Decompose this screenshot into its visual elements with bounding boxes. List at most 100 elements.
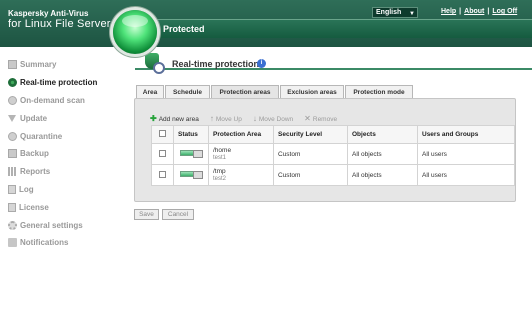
add-area-button[interactable]: ✚ Add new area: [150, 115, 199, 123]
status-toggle[interactable]: [180, 150, 203, 158]
column-header-protection-area[interactable]: Protection Area: [208, 125, 274, 144]
sidebar-item-reports[interactable]: Reports: [8, 163, 126, 181]
save-button[interactable]: Save: [134, 209, 159, 220]
row-checkbox[interactable]: [159, 149, 166, 157]
status-orb-icon: [113, 10, 157, 54]
sidebar-item-label: On-demand scan: [20, 95, 85, 105]
move-up-button[interactable]: ↑ Move Up: [210, 115, 242, 123]
protection-areas-table: Status Protection Area Security Level Ob…: [151, 125, 515, 186]
move-up-label: Move Up: [215, 115, 242, 123]
sidebar-item-label: Summary: [20, 60, 57, 70]
table-header-row: Status Protection Area Security Level Ob…: [151, 125, 515, 144]
quarantine-icon: [8, 131, 17, 141]
column-header-objects[interactable]: Objects: [347, 125, 418, 144]
sidebar-item-real-time-protection[interactable]: Real-time protection: [8, 74, 126, 92]
page-title: Real-time protection: [172, 59, 260, 69]
area-name: test1: [213, 155, 227, 161]
objects-cell: All objects: [347, 164, 418, 186]
sidebar-item-label: Backup: [20, 149, 49, 159]
backup-icon: [8, 149, 17, 159]
security-level-cell: Custom: [273, 164, 348, 186]
tab-exclusion-areas[interactable]: Exclusion areas: [280, 85, 344, 99]
reports-icon: [8, 167, 17, 177]
move-down-button[interactable]: ↓ Move Down: [253, 115, 293, 123]
table-toolbar: ✚ Add new area ↑ Move Up ↓ Move Down ✕ Remov…: [150, 114, 348, 124]
sidebar-item-notifications[interactable]: Notifications: [8, 234, 126, 252]
sidebar-item-license[interactable]: License: [8, 198, 126, 216]
sidebar-item-label: Update: [20, 113, 48, 123]
protection-status-bar: Protected: [135, 19, 532, 38]
sidebar-item-quarantine[interactable]: Quarantine: [8, 127, 126, 145]
cancel-button[interactable]: Cancel: [162, 209, 194, 220]
settings-icon: [8, 220, 17, 230]
notifications-icon: [8, 238, 17, 248]
area-cell: /tmp test2: [208, 164, 274, 186]
product-brand: Kaspersky Anti-Virus for Linux File Serv…: [8, 9, 111, 31]
select-all-cell: [151, 125, 174, 144]
about-link[interactable]: About: [464, 8, 484, 15]
arrow-up-icon: ↑: [209, 114, 214, 123]
table-row[interactable]: /home test1 Custom All objects All users: [151, 143, 515, 165]
arrow-down-icon: ↓: [252, 114, 257, 123]
users-cell: All users: [417, 143, 515, 165]
help-link[interactable]: Help: [441, 8, 456, 15]
license-icon: [8, 202, 16, 212]
area-cell: /home test1: [208, 143, 274, 165]
sidebar-item-label: Real-time protection: [20, 78, 98, 88]
sidebar-item-update[interactable]: Update: [8, 109, 126, 127]
info-icon[interactable]: i: [257, 59, 266, 68]
logout-link[interactable]: Log Off: [492, 8, 517, 15]
row-select-cell: [151, 143, 174, 165]
users-cell: All users: [417, 164, 515, 186]
objects-cell: All objects: [347, 143, 418, 165]
tab-protection-mode[interactable]: Protection mode: [345, 85, 413, 99]
remove-button[interactable]: ✕ Remove: [304, 115, 337, 123]
status-cell: [173, 143, 209, 165]
page-header: Real-time protection i: [135, 50, 532, 74]
tab-bar: Area Schedule Protection areas Exclusion…: [136, 85, 414, 99]
sidebar: Summary Real-time protection On-demand s…: [8, 56, 126, 252]
scan-icon: [8, 95, 17, 105]
log-icon: [8, 184, 16, 194]
tab-area[interactable]: Area: [136, 85, 164, 99]
protection-status-text: Protected: [163, 24, 205, 34]
column-header-security-level[interactable]: Security Level: [273, 125, 348, 144]
update-icon: [8, 114, 16, 122]
area-name: test2: [213, 176, 227, 182]
status-toggle[interactable]: [180, 171, 203, 179]
tab-schedule[interactable]: Schedule: [165, 85, 210, 99]
status-cell: [173, 164, 209, 186]
column-header-users-and-groups[interactable]: Users and Groups: [417, 125, 515, 144]
table-row[interactable]: /tmp test2 Custom All objects All users: [151, 164, 515, 186]
area-path: /tmp: [213, 168, 226, 175]
plus-icon: ✚: [150, 114, 157, 123]
remove-label: Remove: [312, 115, 338, 123]
shield-icon: [8, 78, 17, 88]
row-checkbox[interactable]: [159, 170, 166, 178]
brand-line-2: for Linux File Server: [8, 18, 111, 31]
language-value: English: [376, 9, 402, 16]
sidebar-item-label: Log: [19, 184, 34, 194]
sidebar-item-backup[interactable]: Backup: [8, 145, 126, 163]
security-level-cell: Custom: [273, 143, 348, 165]
sidebar-item-label: General settings: [20, 220, 83, 230]
area-path: /home: [213, 147, 232, 154]
close-icon: ✕: [304, 114, 311, 123]
language-select[interactable]: English ▼: [372, 7, 418, 18]
sidebar-item-summary[interactable]: Summary: [8, 56, 126, 74]
column-header-status[interactable]: Status: [173, 125, 209, 144]
brand-line-1: Kaspersky Anti-Virus: [8, 9, 89, 18]
sidebar-item-label: Quarantine: [20, 131, 63, 141]
sidebar-item-general-settings[interactable]: General settings: [8, 216, 126, 234]
summary-icon: [8, 60, 17, 70]
sidebar-item-log[interactable]: Log: [8, 181, 126, 199]
add-area-label: Add new area: [158, 115, 199, 123]
sidebar-item-label: Reports: [20, 167, 51, 177]
select-all-checkbox[interactable]: [159, 130, 166, 137]
top-links: Help | About | Log Off: [441, 8, 518, 15]
sidebar-item-label: Notifications: [20, 238, 69, 248]
chevron-down-icon: ▼: [409, 11, 415, 17]
row-select-cell: [151, 164, 174, 186]
tab-protection-areas[interactable]: Protection areas: [211, 85, 279, 99]
sidebar-item-on-demand-scan[interactable]: On-demand scan: [8, 92, 126, 110]
